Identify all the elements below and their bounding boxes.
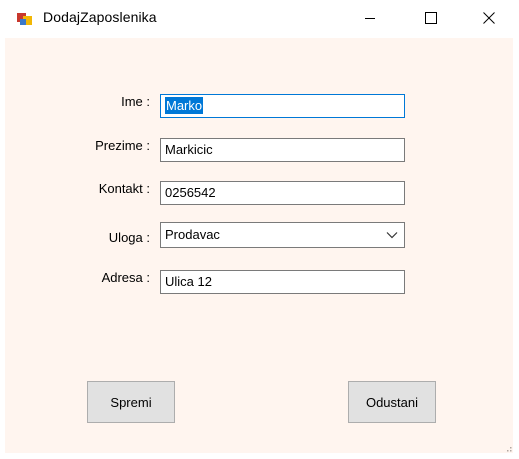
form-client-area: Ime : Marko Prezime : Markicic Kontakt :… — [5, 38, 513, 453]
minimize-icon — [365, 18, 375, 19]
maximize-icon — [425, 12, 437, 24]
title-bar[interactable]: DodajZaposlenika — [0, 0, 519, 38]
adresa-input[interactable]: Ulica 12 — [160, 270, 405, 294]
adresa-label: Adresa : — [101, 270, 150, 285]
uloga-combobox[interactable]: Prodavac — [160, 222, 405, 248]
spremi-button[interactable]: Spremi — [87, 381, 175, 423]
close-icon — [483, 12, 495, 24]
ime-input[interactable]: Marko — [160, 94, 405, 118]
kontakt-input[interactable]: 0256542 — [160, 181, 405, 205]
odustani-button[interactable]: Odustani — [348, 381, 436, 423]
prezime-input[interactable]: Markicic — [160, 138, 405, 162]
uloga-selected-value: Prodavac — [165, 227, 220, 242]
chevron-down-icon[interactable] — [386, 231, 398, 239]
kontakt-label: Kontakt : — [98, 181, 150, 196]
close-button[interactable] — [466, 0, 512, 36]
app-icon — [17, 13, 32, 25]
minimize-button[interactable] — [347, 0, 393, 36]
dodaj-zaposlenika-window: DodajZaposlenika Ime : Marko Prezime : M… — [0, 0, 519, 459]
prezime-label: Prezime : — [95, 138, 150, 153]
ime-label: Ime : — [121, 94, 150, 109]
uloga-label: Uloga : — [108, 230, 150, 245]
maximize-button[interactable] — [408, 0, 454, 36]
ime-selected-text: Marko — [165, 97, 204, 114]
window-title: DodajZaposlenika — [43, 9, 157, 25]
resize-grip-icon[interactable] — [506, 446, 512, 452]
